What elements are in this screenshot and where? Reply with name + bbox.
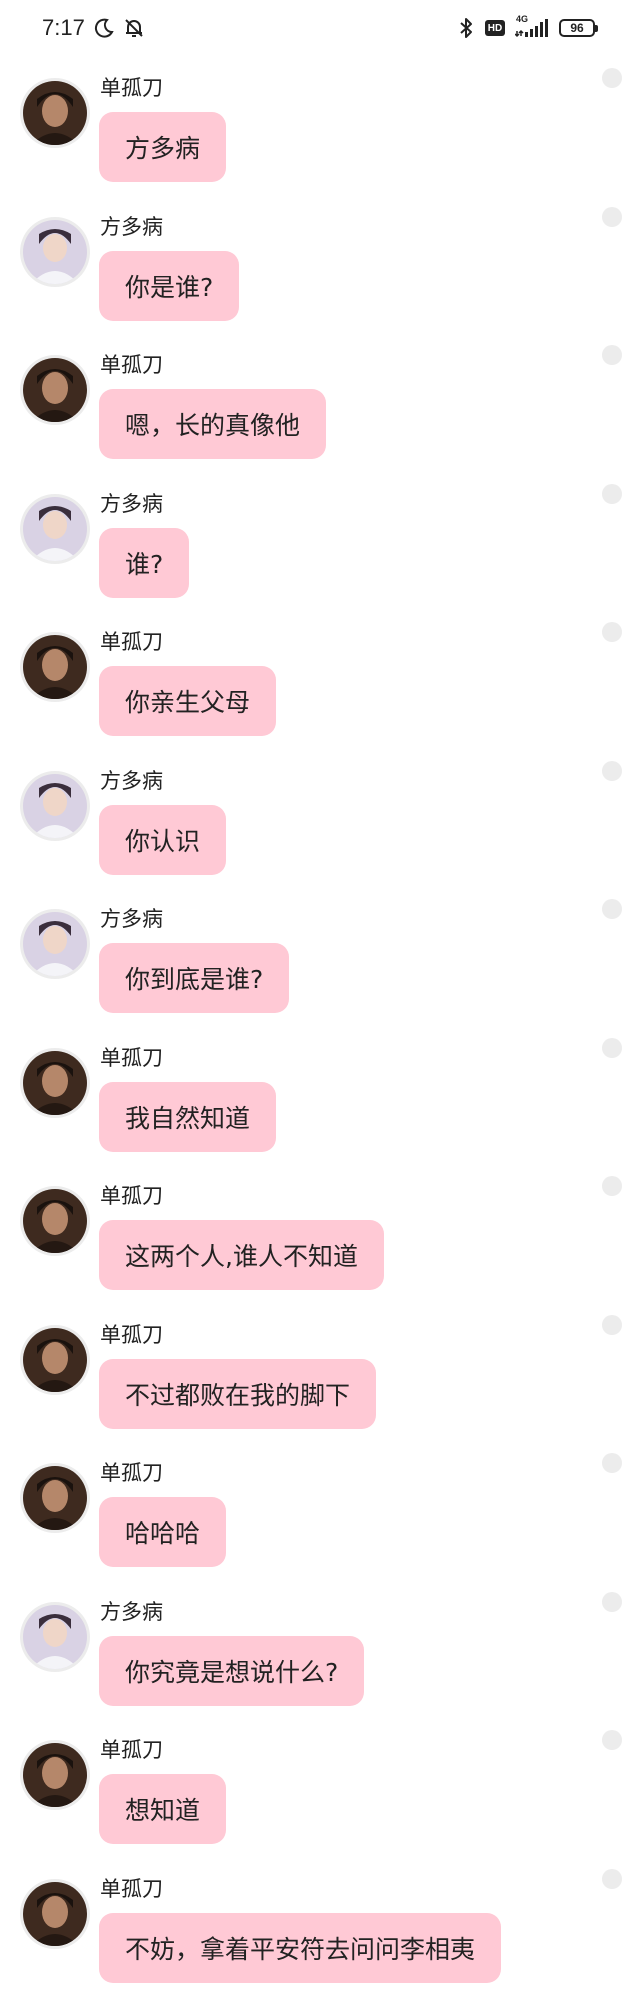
- message-item: 单孤刀 哈哈哈: [0, 1445, 640, 1584]
- avatar-image: [23, 219, 87, 284]
- avatar-image: [23, 1743, 87, 1807]
- sender-name: 单孤刀: [100, 1876, 163, 1901]
- message-bubble[interactable]: 方多病: [99, 112, 227, 182]
- bell-off-icon: [123, 17, 145, 39]
- avatar[interactable]: [20, 1601, 90, 1672]
- message-indicator-dot: [602, 1591, 622, 1612]
- status-left: 7:17: [42, 14, 145, 42]
- message-indicator-dot: [602, 760, 622, 781]
- avatar-image: [23, 635, 87, 699]
- message-item: 单孤刀 我自然知道: [0, 1030, 640, 1169]
- message-indicator-dot: [602, 1037, 622, 1058]
- avatar[interactable]: [20, 632, 90, 702]
- message-item: 方多病 你究竟是想说什么?: [0, 1584, 640, 1723]
- message-item: 方多病 谁?: [0, 476, 640, 615]
- bluetooth-icon: [457, 17, 475, 39]
- message-indicator-dot: [602, 1730, 622, 1750]
- message-bubble[interactable]: 你究竟是想说什么?: [99, 1635, 365, 1706]
- message-item: 单孤刀 你亲生父母: [0, 614, 640, 753]
- avatar-image: [23, 1604, 87, 1669]
- message-bubble[interactable]: 你到底是谁?: [99, 943, 290, 1013]
- avatar[interactable]: [20, 1324, 90, 1395]
- avatar-image: [23, 1189, 87, 1253]
- avatar[interactable]: [20, 493, 90, 564]
- message-bubble[interactable]: 嗯，长的真像他: [99, 389, 327, 459]
- avatar-image: [23, 773, 87, 838]
- message-bubble[interactable]: 你认识: [99, 804, 227, 875]
- message-item: 方多病 你认识: [0, 753, 640, 892]
- message-item: 单孤刀 不过都败在我的脚下: [0, 1307, 640, 1446]
- network-type: 4G: [516, 14, 529, 24]
- message-indicator-dot: [602, 1314, 622, 1335]
- avatar-image: [23, 1466, 87, 1530]
- avatar-image: [23, 81, 87, 145]
- message-bubble[interactable]: 不妨，拿着平安符去问问李相夷: [99, 1912, 502, 1983]
- message-item: 方多病 你到底是谁?: [0, 891, 640, 1030]
- message-bubble[interactable]: 想知道: [99, 1774, 227, 1844]
- sender-name: 单孤刀: [100, 1738, 163, 1762]
- sender-name: 单孤刀: [100, 353, 163, 377]
- message-item: 单孤刀 不妨，拿着平安符去问问李相夷: [0, 1861, 640, 2000]
- sender-name: 单孤刀: [100, 1045, 163, 1070]
- message-bubble[interactable]: 谁?: [99, 527, 190, 598]
- sender-name: 单孤刀: [100, 630, 163, 654]
- message-indicator-dot: [602, 1453, 622, 1473]
- message-indicator-dot: [602, 1176, 622, 1196]
- avatar-image: [23, 912, 87, 976]
- avatar[interactable]: [20, 770, 90, 841]
- avatar[interactable]: [20, 78, 90, 148]
- avatar[interactable]: [20, 216, 90, 287]
- message-item: 单孤刀 方多病: [0, 60, 640, 199]
- avatar-image: [23, 496, 87, 561]
- message-item: 单孤刀 这两个人,谁人不知道: [0, 1168, 640, 1307]
- status-time: 7:17: [42, 15, 85, 40]
- avatar[interactable]: [20, 1047, 90, 1118]
- avatar-image: [23, 1050, 87, 1115]
- avatar[interactable]: [20, 909, 90, 979]
- message-bubble[interactable]: 哈哈哈: [99, 1497, 227, 1567]
- message-bubble[interactable]: 我自然知道: [99, 1081, 277, 1152]
- sender-name: 方多病: [100, 214, 163, 239]
- message-indicator-dot: [602, 899, 622, 919]
- sender-name: 方多病: [100, 491, 163, 516]
- message-item: 单孤刀 嗯，长的真像他: [0, 337, 640, 476]
- message-bubble[interactable]: 你亲生父母: [99, 666, 277, 736]
- battery-indicator: 96: [559, 19, 598, 37]
- avatar-image: [23, 1881, 87, 1946]
- avatar[interactable]: [20, 1463, 90, 1533]
- message-indicator-dot: [602, 622, 622, 642]
- message-indicator-dot: [602, 345, 622, 365]
- message-indicator-dot: [602, 1868, 622, 1889]
- avatar[interactable]: [20, 1878, 90, 1949]
- message-item: 方多病 你是谁?: [0, 199, 640, 338]
- message-bubble[interactable]: 你是谁?: [99, 250, 240, 321]
- avatar[interactable]: [20, 1186, 90, 1256]
- sender-name: 单孤刀: [100, 1461, 163, 1485]
- sender-name: 单孤刀: [100, 1322, 163, 1347]
- avatar[interactable]: [20, 355, 90, 425]
- signal-icon: 4G: [515, 14, 549, 39]
- message-indicator-dot: [602, 483, 622, 504]
- chat-list: 单孤刀 方多病 方多病 你是谁? 单孤刀 嗯，长的真像他 方多病 谁? 单孤刀 …: [0, 60, 640, 1999]
- sender-name: 单孤刀: [100, 1184, 163, 1208]
- message-indicator-dot: [602, 68, 622, 88]
- message-indicator-dot: [602, 206, 622, 227]
- status-right: HD 4G 96: [457, 14, 598, 42]
- avatar[interactable]: [20, 1740, 90, 1810]
- moon-icon: [93, 17, 115, 39]
- sender-name: 方多病: [100, 1599, 163, 1624]
- sender-name: 方多病: [100, 907, 163, 931]
- status-bar: 7:17 HD 4G 96: [0, 0, 640, 56]
- avatar-image: [23, 1327, 87, 1392]
- sender-name: 方多病: [100, 768, 163, 793]
- message-bubble[interactable]: 这两个人,谁人不知道: [99, 1220, 384, 1290]
- message-item: 单孤刀 想知道: [0, 1722, 640, 1861]
- sender-name: 单孤刀: [100, 76, 163, 100]
- avatar-image: [23, 358, 87, 422]
- message-bubble[interactable]: 不过都败在我的脚下: [99, 1358, 377, 1429]
- hd-badge: HD: [485, 20, 505, 36]
